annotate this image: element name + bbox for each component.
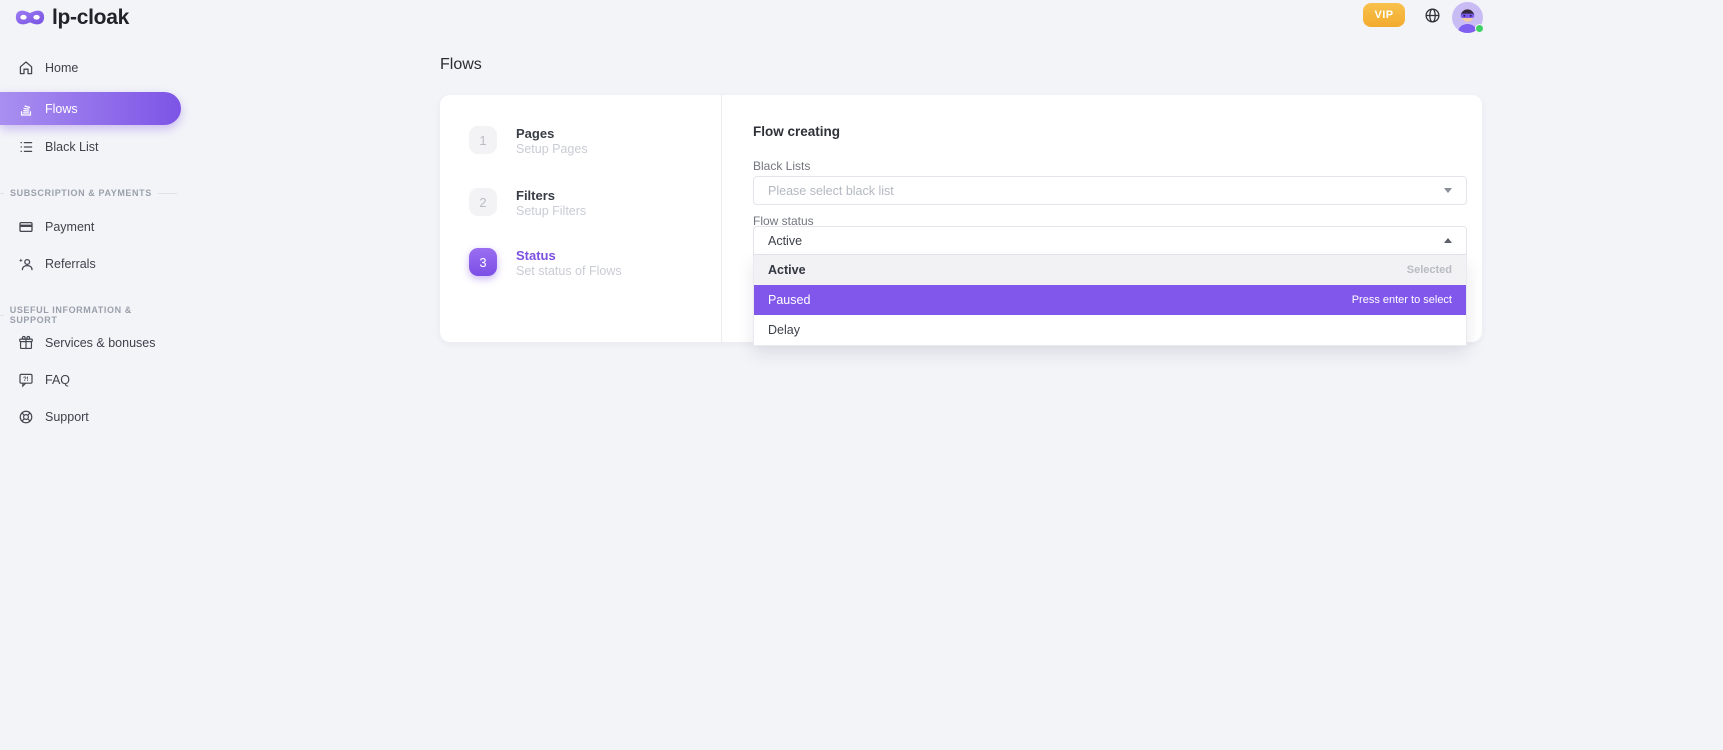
flow-status-dropdown: Active Selected Paused Press enter to se… [753,255,1467,346]
user-avatar[interactable] [1452,2,1483,33]
credit-card-icon [18,219,34,235]
card-divider [721,95,722,342]
step-title: Pages [516,126,588,141]
flow-status-value: Active [768,234,802,248]
sidebar-item-label: Payment [45,220,94,234]
sidebar-item-label: FAQ [45,373,70,387]
form-title: Flow creating [753,124,840,139]
sidebar-item-label: Home [45,61,78,75]
section-header-label: SUBSCRIPTION & PAYMENTS [10,188,152,198]
chevron-up-icon [1444,238,1452,243]
option-label: Delay [768,323,800,337]
sidebar-item-referrals[interactable]: Referrals [0,252,181,276]
sidebar-item-label: Referrals [45,257,96,271]
step-status[interactable]: 3 Status Set status of Flows [469,248,622,278]
app-screen: lp-cloak Home Flows [0,0,1723,750]
svg-text:?!: ?! [23,377,29,383]
sidebar-item-label: Black List [45,140,99,154]
home-icon [18,60,34,76]
option-active[interactable]: Active Selected [754,255,1466,285]
person-star-icon [18,256,34,272]
flows-stack-icon [18,101,34,117]
step-title: Filters [516,188,586,203]
option-paused[interactable]: Paused Press enter to select [754,285,1466,315]
mask-logo-icon [15,7,45,29]
sidebar-item-label: Support [45,410,89,424]
chat-question-icon: ?! [18,372,34,388]
option-hint: Press enter to select [1352,294,1452,306]
sidebar: lp-cloak Home Flows [0,0,185,750]
step-subtitle: Set status of Flows [516,264,622,278]
section-header-label: USEFUL INFORMATION & SUPPORT [10,305,171,325]
globe-language-icon[interactable] [1424,7,1441,24]
option-hint: Selected [1407,264,1452,276]
flow-status-select[interactable]: Active [753,226,1467,255]
chevron-down-icon [1444,188,1452,193]
flow-creating-card: 1 Pages Setup Pages 2 Filters Setup Filt… [440,95,1482,342]
sidebar-item-black-list[interactable]: Black List [0,135,181,159]
black-lists-placeholder: Please select black list [768,184,894,198]
step-number-badge: 2 [469,188,497,216]
vip-button[interactable]: VIP [1363,3,1405,27]
sidebar-item-flows[interactable]: Flows [0,92,181,125]
page-title: Flows [440,56,482,74]
gift-icon [18,335,34,351]
sidebar-item-services[interactable]: Services & bonuses [0,331,181,355]
step-subtitle: Setup Filters [516,204,586,218]
step-number-badge: 1 [469,126,497,154]
black-lists-select[interactable]: Please select black list [753,176,1467,205]
black-lists-label: Black Lists [753,159,810,173]
black-list-icon [18,139,34,155]
step-subtitle: Setup Pages [516,142,588,156]
option-delay[interactable]: Delay [754,315,1466,345]
online-status-dot [1475,24,1484,33]
sidebar-item-label: Services & bonuses [45,336,155,350]
step-pages[interactable]: 1 Pages Setup Pages [469,126,588,156]
logo-text: lp-cloak [52,6,129,30]
lifebuoy-icon [18,409,34,425]
option-label: Active [768,263,806,277]
option-label: Paused [768,293,810,307]
sidebar-item-home[interactable]: Home [0,56,181,80]
sidebar-item-label: Flows [45,102,78,116]
sidebar-section-support: USEFUL INFORMATION & SUPPORT [0,305,181,325]
step-filters[interactable]: 2 Filters Setup Filters [469,188,586,218]
step-number-badge: 3 [469,248,497,276]
sidebar-item-faq[interactable]: ?! FAQ [0,368,181,392]
app-logo[interactable]: lp-cloak [15,6,129,30]
step-title: Status [516,248,622,263]
sidebar-section-subscription: SUBSCRIPTION & PAYMENTS [0,188,181,198]
sidebar-item-support[interactable]: Support [0,405,181,429]
sidebar-item-payment[interactable]: Payment [0,215,181,239]
